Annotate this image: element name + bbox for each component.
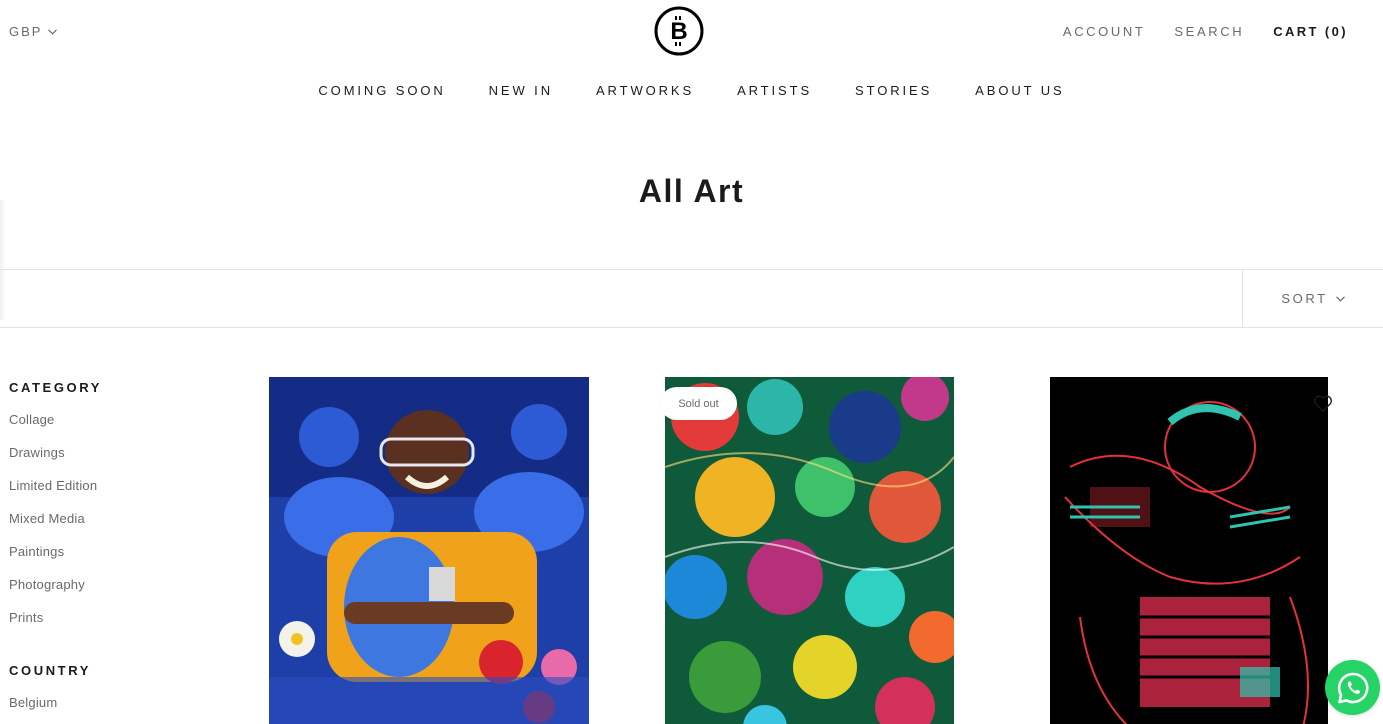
category-item-collage[interactable]: Collage [9,412,209,445]
product-image-2[interactable] [665,377,954,724]
nav-item-stories[interactable]: STORIES [855,83,932,98]
product-card-1[interactable] [269,377,589,724]
logo-letter: B [670,18,687,45]
page-title: All Art [638,173,745,209]
main-navigation: COMING SOON NEW IN ARTWORKS ARTISTS STOR… [0,83,1383,98]
account-link[interactable]: ACCOUNT [1063,24,1145,39]
nav-item-artists[interactable]: ARTISTS [737,83,812,98]
sort-label: SORT [1281,291,1328,306]
product-image-1[interactable] [269,377,589,724]
country-item-belgium[interactable]: Belgium [9,695,209,724]
category-heading: CATEGORY [9,380,103,395]
category-item-paintings[interactable]: Paintings [9,544,209,577]
currency-selector[interactable]: GBP [9,24,58,39]
whatsapp-chat-button[interactable] [1325,660,1380,715]
product-card-3[interactable] [1050,377,1328,724]
currency-label: GBP [9,24,43,39]
sold-out-badge: Sold out [660,387,737,420]
search-link[interactable]: SEARCH [1174,24,1244,39]
collection-toolbar: SORT [0,269,1383,328]
wishlist-heart-icon[interactable] [1313,395,1333,413]
header-links: ACCOUNT SEARCH CART (0) [1063,24,1348,39]
chevron-down-icon [1335,295,1345,302]
category-list: Collage Drawings Limited Edition Mixed M… [9,412,209,643]
category-item-limited-edition[interactable]: Limited Edition [9,478,209,511]
cart-link[interactable]: CART (0) [1273,24,1348,39]
nav-item-about-us[interactable]: ABOUT US [975,83,1064,98]
category-item-prints[interactable]: Prints [9,610,209,643]
logo[interactable]: B [654,6,704,56]
sort-button[interactable]: SORT [1242,270,1383,327]
product-image-3[interactable] [1050,377,1328,724]
category-item-mixed-media[interactable]: Mixed Media [9,511,209,544]
nav-item-coming-soon[interactable]: COMING SOON [318,83,445,98]
top-bar: GBP B ACCOUNT SEARCH CART (0) [0,0,1383,64]
product-card-2[interactable] [665,377,954,724]
filter-sidebar: CATEGORY Collage Drawings Limited Editio… [9,380,209,724]
chevron-down-icon [48,28,58,35]
country-heading: COUNTRY [9,663,91,678]
country-list: Belgium [9,695,209,724]
nav-item-new-in[interactable]: NEW IN [489,83,553,98]
category-item-photography[interactable]: Photography [9,577,209,610]
category-item-drawings[interactable]: Drawings [9,445,209,478]
whatsapp-icon [1337,672,1368,703]
nav-item-artworks[interactable]: ARTWORKS [596,83,694,98]
